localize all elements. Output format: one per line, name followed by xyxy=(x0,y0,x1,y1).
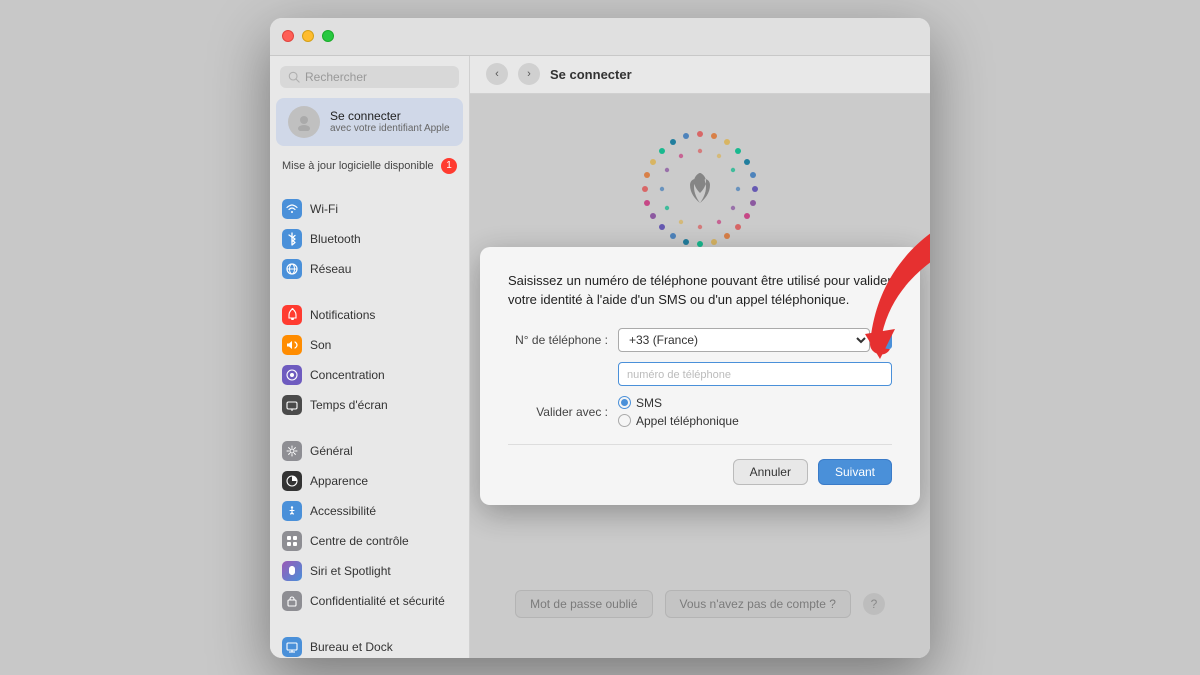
validate-label: Valider avec : xyxy=(508,405,618,419)
search-box[interactable]: Rechercher xyxy=(280,66,459,88)
siri-label: Siri et Spotlight xyxy=(310,564,391,578)
sidebar-section-prefs: Notifications Son Concentration xyxy=(270,296,469,424)
validate-row: Valider avec : SMS Appel téléphonique xyxy=(508,396,892,428)
forward-button[interactable]: › xyxy=(518,63,540,85)
radio-call-label: Appel téléphonique xyxy=(636,414,739,428)
privacy-icon xyxy=(282,591,302,611)
sidebar-item-temps-ecran[interactable]: Temps d'écran xyxy=(270,390,469,420)
phone-number-input[interactable] xyxy=(618,362,892,386)
desktop-icon xyxy=(282,637,302,657)
back-button[interactable]: ‹ xyxy=(486,63,508,85)
radio-options: SMS Appel téléphonique xyxy=(618,396,739,428)
modal-buttons: Annuler Suivant xyxy=(508,459,892,485)
focus-icon xyxy=(282,365,302,385)
sidebar-item-apparence[interactable]: Apparence xyxy=(270,466,469,496)
signin-title: Se connecter xyxy=(330,109,450,123)
sidebar-item-siri[interactable]: Siri et Spotlight xyxy=(270,556,469,586)
wifi-icon xyxy=(282,199,302,219)
sidebar-item-centre-controle[interactable]: Centre de contrôle xyxy=(270,526,469,556)
sidebar-item-signin[interactable]: Se connecter avec votre identifiant Appl… xyxy=(276,98,463,146)
notifications-icon xyxy=(282,305,302,325)
phone-label: N° de téléphone : xyxy=(508,333,618,347)
sidebar: Rechercher Se connecter avec votre ident… xyxy=(270,56,470,658)
close-button[interactable] xyxy=(282,30,294,42)
radio-call-dot xyxy=(618,414,631,427)
content-area: ‹ › Se connecter xyxy=(470,56,930,658)
phone-country-group: +33 (France) ▲▼ xyxy=(618,328,892,352)
sidebar-item-accessibilite[interactable]: Accessibilité xyxy=(270,496,469,526)
search-icon xyxy=(288,71,300,83)
radio-sms-dot xyxy=(618,396,631,409)
content-header: ‹ › Se connecter xyxy=(470,56,930,94)
control-center-icon xyxy=(282,531,302,551)
bluetooth-label: Bluetooth xyxy=(310,232,361,246)
sidebar-item-concentration[interactable]: Concentration xyxy=(270,360,469,390)
sidebar-item-son[interactable]: Son xyxy=(270,330,469,360)
notifications-label: Notifications xyxy=(310,308,375,322)
sound-icon xyxy=(282,335,302,355)
sidebar-item-wifi[interactable]: Wi-Fi xyxy=(270,194,469,224)
son-label: Son xyxy=(310,338,331,352)
bureau-label: Bureau et Dock xyxy=(310,640,393,654)
sidebar-item-reseau[interactable]: Réseau xyxy=(270,254,469,284)
modal-description: Saisissez un numéro de téléphone pouvant… xyxy=(508,271,892,310)
temps-ecran-label: Temps d'écran xyxy=(310,398,388,412)
search-placeholder: Rechercher xyxy=(305,70,451,84)
centre-controle-label: Centre de contrôle xyxy=(310,534,409,548)
confidentialite-label: Confidentialité et sécurité xyxy=(310,594,445,608)
bluetooth-icon xyxy=(282,229,302,249)
minimize-button[interactable] xyxy=(302,30,314,42)
phone-verification-modal: Saisissez un numéro de téléphone pouvant… xyxy=(480,247,920,505)
next-button[interactable]: Suivant xyxy=(818,459,892,485)
siri-icon xyxy=(282,561,302,581)
phone-country-select[interactable]: +33 (France) xyxy=(618,328,870,352)
general-label: Général xyxy=(310,444,353,458)
cancel-button[interactable]: Annuler xyxy=(733,459,808,485)
signin-subtitle: avec votre identifiant Apple xyxy=(330,123,450,134)
update-banner[interactable]: Mise à jour logicielle disponible 1 xyxy=(270,152,469,180)
screentime-icon xyxy=(282,395,302,415)
network-icon xyxy=(282,259,302,279)
sidebar-item-confidentialite[interactable]: Confidentialité et sécurité xyxy=(270,586,469,616)
gear-icon xyxy=(282,441,302,461)
sidebar-item-bluetooth[interactable]: Bluetooth xyxy=(270,224,469,254)
radio-call[interactable]: Appel téléphonique xyxy=(618,414,739,428)
concentration-label: Concentration xyxy=(310,368,385,382)
sidebar-item-bureau[interactable]: Bureau et Dock xyxy=(270,632,469,658)
titlebar xyxy=(270,18,930,56)
accessibilite-label: Accessibilité xyxy=(310,504,376,518)
sidebar-section-network: Wi-Fi Bluetooth Réseau xyxy=(270,190,469,288)
sidebar-item-general[interactable]: Général xyxy=(270,436,469,466)
wifi-label: Wi-Fi xyxy=(310,202,338,216)
apparence-label: Apparence xyxy=(310,474,368,488)
appearance-icon xyxy=(282,471,302,491)
sidebar-section-desktop: Bureau et Dock Moniteurs Fond d'écran xyxy=(270,628,469,658)
accessibility-icon xyxy=(282,501,302,521)
update-label: Mise à jour logicielle disponible xyxy=(282,160,434,172)
content-title: Se connecter xyxy=(550,67,632,82)
system-preferences-window: Rechercher Se connecter avec votre ident… xyxy=(270,18,930,658)
phone-input-row xyxy=(508,362,892,386)
modal-overlay: Saisissez un numéro de téléphone pouvant… xyxy=(470,94,930,658)
avatar xyxy=(288,106,320,138)
window-body: Rechercher Se connecter avec votre ident… xyxy=(270,56,930,658)
radio-sms-label: SMS xyxy=(636,396,662,410)
phone-row: N° de téléphone : +33 (France) ▲▼ xyxy=(508,328,892,352)
select-arrow-icon: ▲▼ xyxy=(874,331,892,349)
reseau-label: Réseau xyxy=(310,262,351,276)
maximize-button[interactable] xyxy=(322,30,334,42)
signin-text: Se connecter avec votre identifiant Appl… xyxy=(330,109,450,134)
modal-divider xyxy=(508,444,892,445)
sidebar-item-notifications[interactable]: Notifications xyxy=(270,300,469,330)
sidebar-section-general: Général Apparence Accessibilité xyxy=(270,432,469,620)
radio-sms[interactable]: SMS xyxy=(618,396,739,410)
traffic-lights xyxy=(282,30,334,42)
update-badge: 1 xyxy=(441,158,457,174)
content-body: Se connecter avec votre identifiant Appl… xyxy=(470,94,930,658)
